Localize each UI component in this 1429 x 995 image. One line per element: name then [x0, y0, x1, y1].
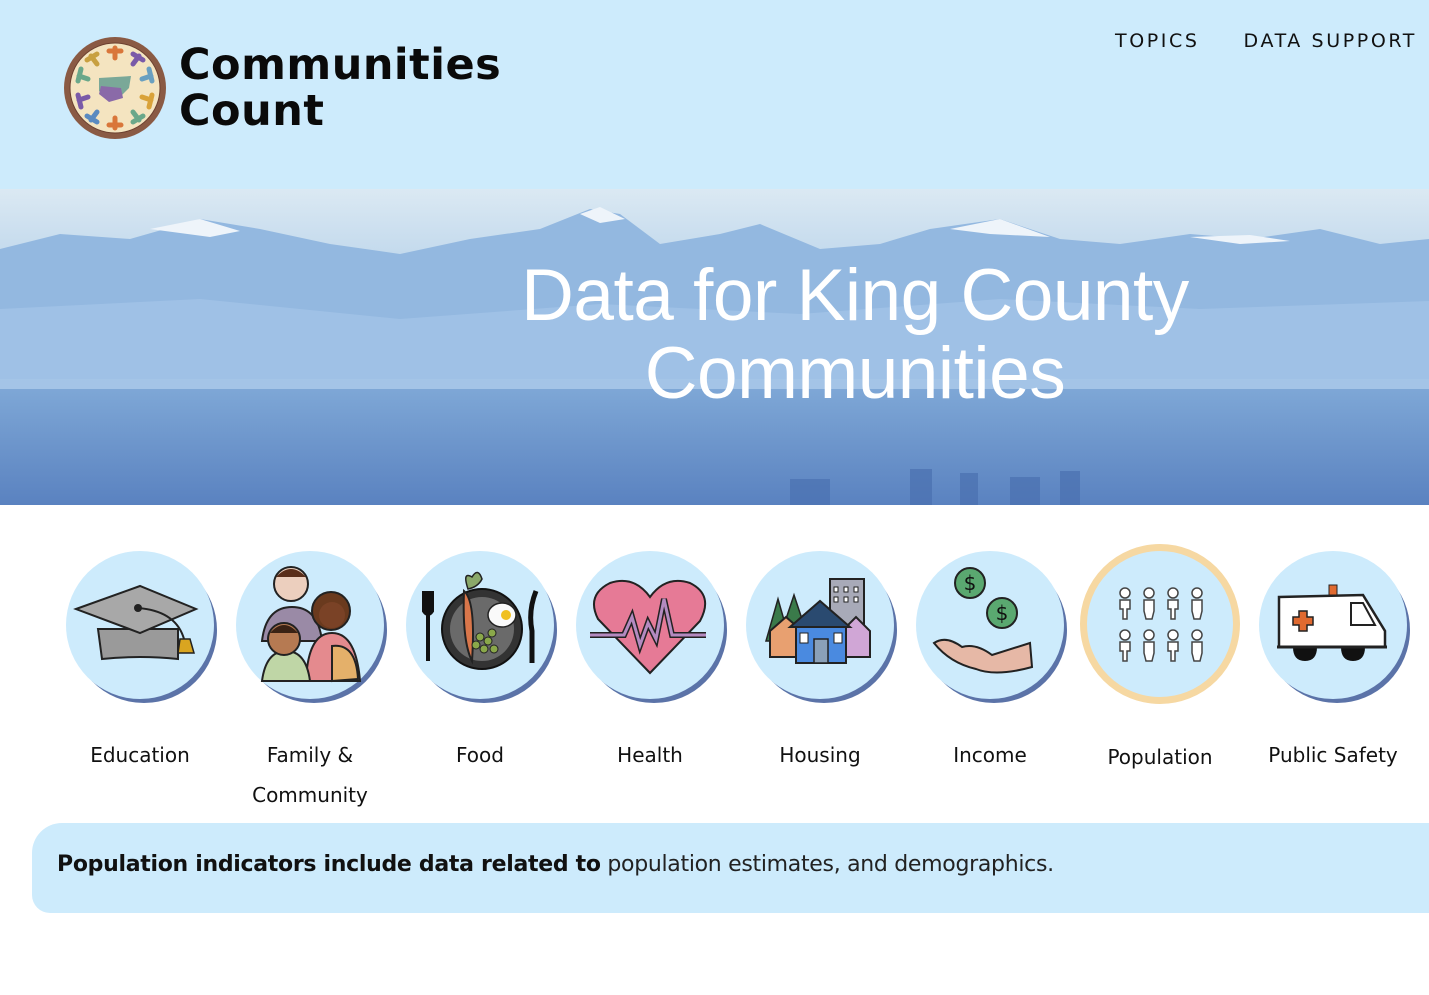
- topic-description: Population indicators include data relat…: [57, 852, 1054, 877]
- topic-food[interactable]: Food: [395, 540, 565, 775]
- logo-line-2: Count: [179, 86, 325, 136]
- topic-label-line-1: Family &: [266, 743, 354, 767]
- topic-circle: [406, 551, 554, 699]
- topic-population[interactable]: Population: [1075, 540, 1245, 777]
- food-plate-icon: [422, 571, 539, 670]
- topic-circle: [576, 551, 724, 699]
- graduation-cap-icon: [73, 584, 199, 661]
- topic-label-line-2: Community: [252, 783, 368, 807]
- svg-text:$: $: [996, 601, 1009, 625]
- family-icon: [260, 566, 362, 683]
- nav-data-support[interactable]: DATA SUPPORT: [1244, 30, 1417, 52]
- hero-title-line-2: Communities: [644, 333, 1066, 414]
- topic-label: Education: [90, 743, 190, 767]
- topic-circle: [1259, 551, 1407, 699]
- topic-income[interactable]: $ $ Income: [905, 540, 1075, 775]
- topic-label: Housing: [779, 743, 861, 767]
- topic-label: Income: [953, 743, 1027, 767]
- topic-circle: $ $: [916, 551, 1064, 699]
- heart-pulse-icon: [590, 579, 707, 675]
- site-name: Communities Count: [179, 42, 501, 134]
- hero-banner: Data for King County Communities: [0, 189, 1429, 505]
- topic-description-bold: Population indicators include data relat…: [57, 852, 601, 877]
- hand-money-icon: $ $: [932, 567, 1034, 674]
- site-header: Communities Count TOPICS DATA SUPPORT: [0, 0, 1429, 189]
- svg-text:$: $: [964, 571, 977, 595]
- nav-topics[interactable]: TOPICS: [1115, 30, 1200, 52]
- main-nav: TOPICS DATA SUPPORT: [1115, 30, 1417, 52]
- logo-line-1: Communities: [179, 40, 502, 90]
- topic-circle: [1080, 544, 1240, 704]
- people-group-icon: [1119, 587, 1203, 662]
- topic-description-panel: Population indicators include data relat…: [32, 823, 1429, 913]
- topic-health[interactable]: Health: [565, 540, 735, 775]
- topic-description-text: population estimates, and demographics.: [600, 852, 1054, 877]
- topic-family-community[interactable]: Family & Community: [225, 540, 395, 815]
- topic-list: Education Family & Community Food Health…: [55, 540, 1429, 810]
- topic-housing[interactable]: Housing: [735, 540, 905, 775]
- site-logo[interactable]: Communities Count: [63, 36, 501, 140]
- hero-title: Data for King County Communities: [420, 257, 1290, 413]
- topic-circle: [746, 551, 894, 699]
- communities-count-seal-icon: [64, 37, 166, 139]
- topic-label: Public Safety: [1268, 743, 1398, 767]
- ambulance-icon: [1277, 584, 1387, 661]
- topic-public-safety[interactable]: Public Safety: [1248, 540, 1418, 775]
- topic-label: Population: [1107, 745, 1213, 769]
- topic-label: Health: [617, 743, 683, 767]
- topic-education[interactable]: Education: [55, 540, 225, 775]
- hero-title-line-1: Data for King County: [521, 255, 1189, 336]
- houses-icon: [765, 578, 871, 664]
- topic-label: Food: [456, 743, 504, 767]
- topic-circle: [236, 551, 384, 699]
- topic-label: Family & Community: [225, 735, 395, 815]
- topic-circle: [66, 551, 214, 699]
